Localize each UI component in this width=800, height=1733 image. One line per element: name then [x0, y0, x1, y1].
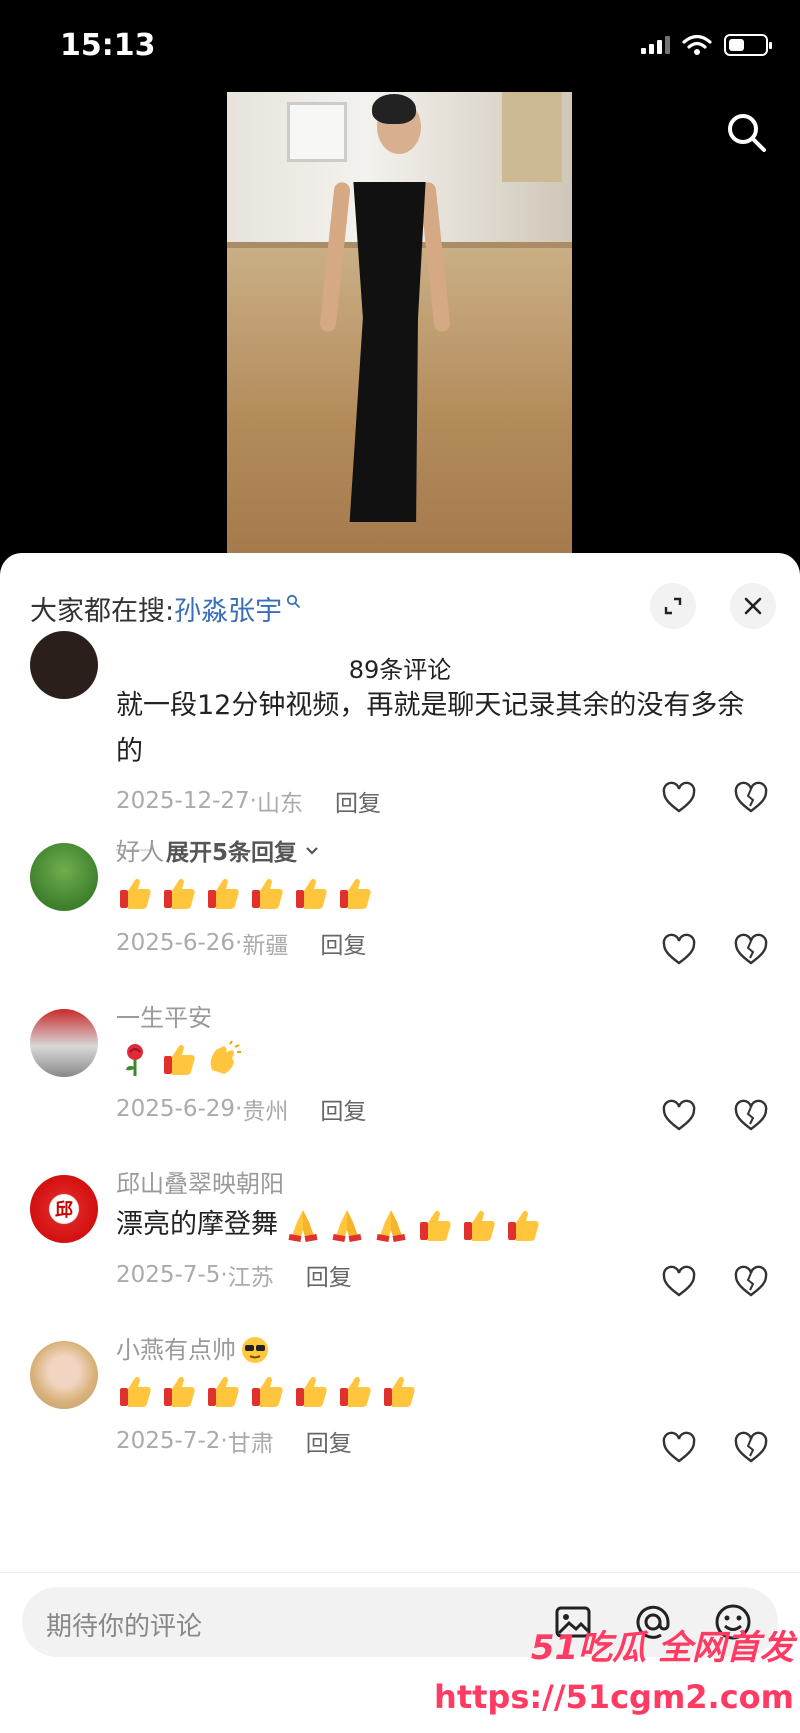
expand-icon [664, 597, 682, 615]
comment-date: 2025-7-5 [116, 1262, 221, 1288]
thumbs-up-emoji-icon [384, 1376, 415, 1407]
emoji-row [116, 869, 770, 917]
comment-location: 贵州 [242, 1099, 289, 1125]
broken-heart-icon[interactable] [734, 1431, 768, 1465]
reply-button[interactable]: 回复 [320, 1092, 366, 1126]
broken-heart-icon[interactable] [734, 781, 768, 815]
thumbs-up-emoji-icon [296, 878, 327, 909]
thumbs-up-emoji-icon [164, 1044, 195, 1075]
thumbs-up-emoji-icon [252, 1376, 283, 1407]
thumbs-up-emoji-icon [208, 1376, 239, 1407]
battery-icon [724, 34, 772, 56]
thumbs-up-emoji-icon [464, 1210, 495, 1241]
comment-date: 2025-6-26 [116, 930, 236, 956]
status-bar: 15:13 [0, 0, 800, 90]
wifi-icon [682, 34, 712, 55]
thumbs-up-emoji-icon [208, 878, 239, 909]
thumbs-up-emoji-icon [420, 1210, 451, 1241]
emoji-row: 漂亮的摩登舞 [116, 1201, 770, 1249]
clap-emoji-icon [210, 1040, 241, 1074]
sunglasses-emoji-icon [242, 1337, 268, 1363]
expand-sheet-button[interactable] [650, 583, 696, 629]
pray-emoji-icon [288, 1210, 318, 1242]
thumbs-up-emoji-icon [120, 1376, 151, 1407]
watermark-line1: 51吃瓜 全网首发 [530, 1628, 794, 1668]
reply-button[interactable]: 回复 [335, 784, 381, 818]
comment-sheet: 大家都在搜: 孙淼张宇 89条评论 就一段12分钟视频，再就是聊天记录其余的没有… [0, 553, 800, 1733]
pray-emoji-icon [376, 1210, 406, 1242]
comment-date: 2025-6-29 [116, 1096, 236, 1122]
comment-author: 一生平安 [116, 1004, 212, 1032]
emoji-row [116, 1367, 770, 1415]
close-sheet-button[interactable] [730, 583, 776, 629]
thumbs-up-emoji-icon [164, 878, 195, 909]
sheet-header: 大家都在搜: 孙淼张宇 [30, 583, 776, 633]
pray-emoji-icon [332, 1210, 362, 1242]
thumbs-up-emoji-icon [252, 878, 283, 909]
close-icon [744, 597, 762, 615]
hot-search-prefix: 大家都在搜: [30, 595, 175, 627]
comment-location: 江苏 [227, 1265, 274, 1291]
signal-icon [641, 36, 670, 54]
heart-icon[interactable] [662, 1265, 696, 1299]
video-player[interactable] [227, 92, 572, 554]
comment-date: 2025-7-2 [116, 1428, 221, 1454]
comment-location: 新疆 [242, 933, 289, 959]
comment-author: 邱山叠翠映朝阳 [116, 1170, 284, 1198]
avatar[interactable] [30, 843, 98, 911]
thumbs-up-emoji-icon [508, 1210, 539, 1241]
heart-icon[interactable] [662, 1099, 696, 1133]
avatar[interactable]: 邱 [30, 1175, 98, 1243]
heart-icon[interactable] [662, 781, 696, 815]
thumbs-up-emoji-icon [164, 1376, 195, 1407]
status-icons [641, 34, 772, 56]
comment-author: 好人 [116, 838, 164, 866]
status-time: 15:13 [60, 28, 156, 63]
watermark-line2: https://51cgm2.com [434, 1678, 794, 1716]
thumbs-up-emoji-icon [296, 1376, 327, 1407]
comment-author-name: 小燕有点帅 [116, 1336, 236, 1364]
thumbs-up-emoji-icon [120, 878, 151, 909]
reply-button[interactable]: 回复 [306, 1424, 352, 1458]
emoji-row [116, 1035, 770, 1083]
comment-input-placeholder: 期待你的评论 [46, 1612, 203, 1642]
comment-count: 89条评论 [348, 656, 452, 684]
search-small-icon [287, 594, 301, 608]
avatar-text: 邱 [55, 1200, 73, 1221]
thumbs-up-emoji-icon [340, 1376, 371, 1407]
broken-heart-icon[interactable] [734, 933, 768, 967]
avatar[interactable] [30, 1009, 98, 1077]
comment-author: 小燕有点帅 [116, 1333, 770, 1367]
broken-heart-icon[interactable] [734, 1099, 768, 1133]
broken-heart-icon[interactable] [734, 1265, 768, 1299]
rose-emoji-icon [126, 1044, 143, 1076]
avatar[interactable] [30, 1341, 98, 1409]
heart-icon[interactable] [662, 1431, 696, 1465]
comment-location: 山东 [256, 791, 303, 817]
reply-button[interactable]: 回复 [320, 926, 366, 960]
heart-icon[interactable] [662, 933, 696, 967]
comment-text: 漂亮的摩登舞 [116, 1209, 278, 1240]
thumbs-up-emoji-icon [340, 878, 371, 909]
search-icon[interactable] [724, 110, 770, 156]
watermark: 51吃瓜 全网首发 https://51cgm2.com [434, 1620, 794, 1730]
hot-search-term[interactable]: 孙淼张宇 [174, 589, 282, 628]
comment-date: 2025-12-27 [116, 788, 250, 814]
comment-location: 甘肃 [227, 1431, 274, 1457]
avatar[interactable] [30, 631, 98, 699]
reply-button[interactable]: 回复 [306, 1258, 352, 1292]
comment-text: 就一段12分钟视频，再就是聊天记录其余的没有多余的 [116, 690, 745, 767]
